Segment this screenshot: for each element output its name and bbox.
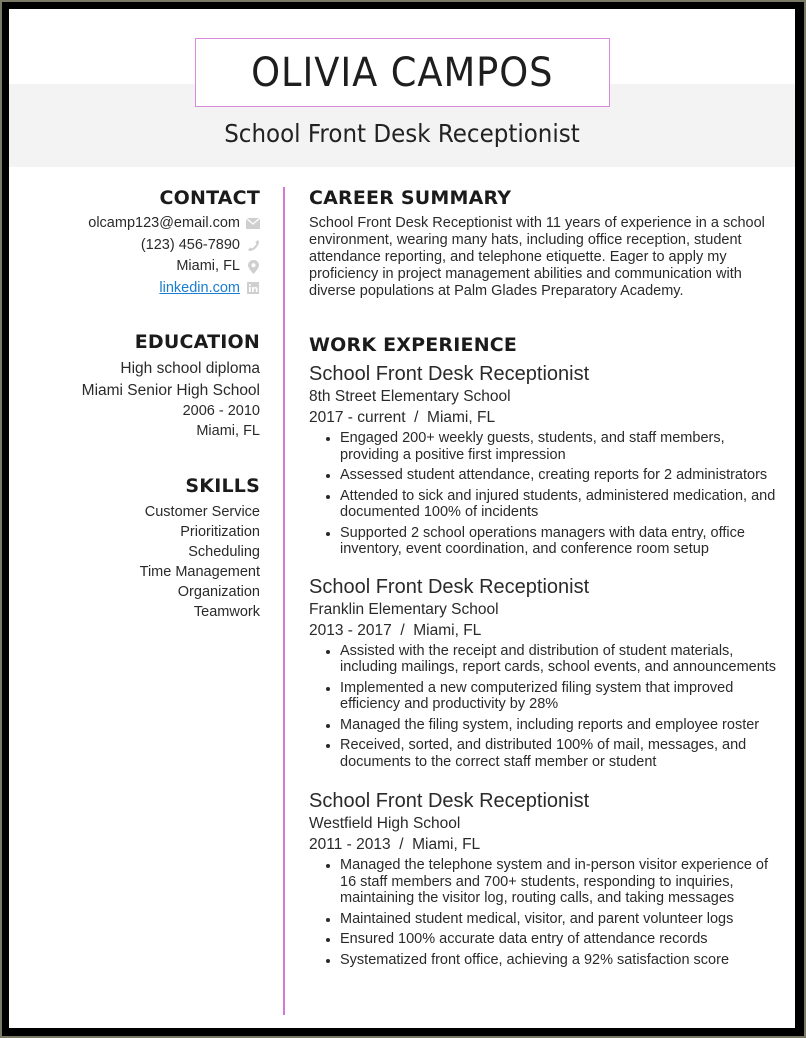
education-degree: High school diploma (120, 360, 260, 377)
job-dates-location: 2017 - current / Miami, FL (309, 409, 496, 426)
experience-section: WORK EXPERIENCE School Front Desk Recept… (309, 334, 779, 972)
job-bullet: Received, sorted, and distributed 100% o… (340, 737, 779, 770)
summary-text: School Front Desk Receptionist with 11 y… (309, 215, 765, 299)
job-bullet: Engaged 200+ weekly guests, students, an… (340, 430, 779, 463)
skill-item: Organization (177, 584, 260, 600)
job-bullet: Assisted with the receipt and distributi… (340, 643, 779, 676)
skill-item: Scheduling (188, 544, 260, 560)
job-employer: Franklin Elementary School (309, 600, 499, 618)
education-location: Miami, FL (196, 423, 260, 439)
skill-item: Teamwork (193, 604, 260, 620)
job-title: School Front Desk Receptionist (309, 363, 590, 385)
column-divider (283, 187, 285, 1015)
job-bullets: Assisted with the receipt and distributi… (309, 643, 779, 771)
summary-section: CAREER SUMMARY School Front Desk Recepti… (309, 187, 779, 300)
job-bullet: Assessed student attendance, creating re… (340, 467, 779, 484)
job-title-header: School Front Desk Receptionist (224, 119, 580, 148)
skills-section: SKILLS Customer Service Prioritization Sch… (29, 475, 260, 622)
job-employer: 8th Street Elementary School (309, 388, 511, 405)
skills-list: Customer Service Prioritization Scheduling… (29, 502, 260, 622)
name-box: OLIVIA CAMPOS (195, 38, 610, 107)
job-entry: School Front Desk Receptionist 8th Street… (309, 362, 779, 558)
education-section: EDUCATION High school diploma Miami Seni… (29, 331, 260, 441)
jobs-list: School Front Desk Receptionist 8th Street… (309, 362, 779, 968)
job-bullet: Maintained student medical, visitor, and… (340, 911, 779, 928)
contact-phone: (123) 456-7890 (29, 235, 260, 257)
job-bullet: Supported 2 school operations managers w… (340, 525, 779, 558)
envelope-icon (246, 217, 260, 231)
phone-icon (246, 238, 260, 252)
candidate-name: OLIVIA CAMPOS (251, 49, 554, 96)
skill-item: Time Management (139, 564, 260, 580)
contact-location: Miami, FL (29, 256, 260, 278)
job-entry: School Front Desk Receptionist Franklin E… (309, 575, 779, 771)
contact-linkedin: linkedin.com (29, 278, 260, 300)
job-bullet: Ensured 100% accurate data entry of atte… (340, 931, 779, 948)
job-bullet: Systematized front office, achieving a 9… (340, 952, 779, 969)
job-dates-location: 2013 - 2017 / Miami, FL (309, 621, 482, 639)
linkedin-icon (246, 281, 260, 295)
job-bullet: Managed the telephone system and in-pers… (340, 857, 779, 907)
job-title: School Front Desk Receptionist (309, 790, 590, 812)
job-title: School Front Desk Receptionist (309, 575, 590, 598)
job-dates-location: 2011 - 2013 / Miami, FL (309, 836, 481, 853)
education-years: 2006 - 2010 (182, 403, 260, 419)
phone-text: (123) 456-7890 (140, 236, 240, 253)
job-bullet: Managed the filing system, including rep… (340, 717, 779, 734)
email-text: olcamp123@email.com (88, 215, 240, 231)
location-text: Miami, FL (176, 258, 240, 274)
linkedin-link[interactable]: linkedin.com (159, 278, 240, 300)
job-entry: School Front Desk Receptionist Westfield … (309, 789, 779, 968)
job-employer: Westfield High School (309, 815, 461, 832)
job-bullet: Attended to sick and injured students, a… (340, 488, 779, 521)
resume-page: OLIVIA CAMPOS School Front Desk Receptio… (9, 9, 795, 1028)
job-bullets: Managed the telephone system and in-pers… (309, 857, 779, 968)
skill-item: Prioritization (180, 524, 260, 540)
education-school: Miami Senior High School (81, 382, 260, 399)
summary-heading: CAREER SUMMARY (309, 187, 512, 209)
education-heading: EDUCATION (134, 331, 260, 353)
job-bullet: Implemented a new computerized filing sy… (340, 680, 779, 713)
contact-section: CONTACT olcamp123@email.com (123) 456-78… (29, 187, 260, 299)
skills-heading: SKILLS (185, 475, 260, 497)
contact-email: olcamp123@email.com (29, 213, 260, 235)
skill-item: Customer Service (144, 504, 260, 520)
experience-heading: WORK EXPERIENCE (309, 334, 518, 356)
map-pin-icon (246, 259, 260, 274)
contact-heading: CONTACT (159, 187, 260, 209)
job-bullets: Engaged 200+ weekly guests, students, an… (309, 430, 779, 558)
